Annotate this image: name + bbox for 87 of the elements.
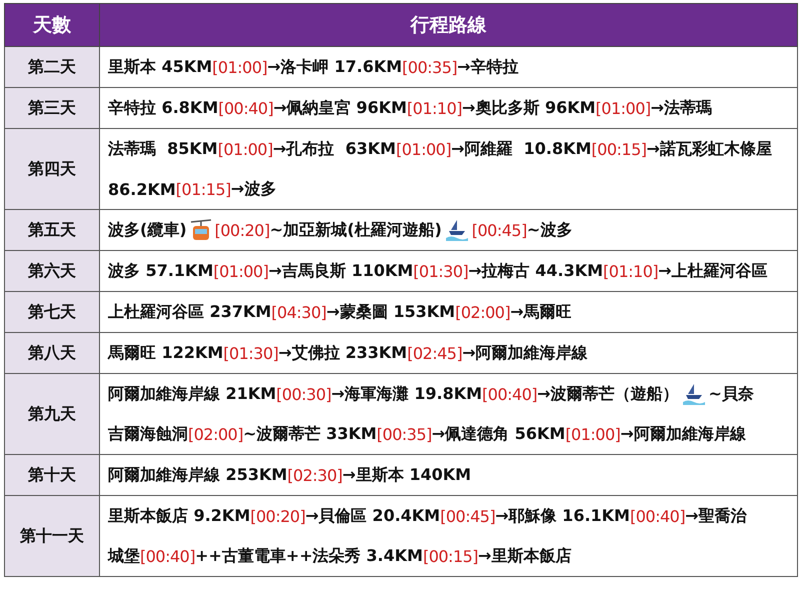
time-text: [01:00] <box>565 424 620 444</box>
time-text: [00:20] <box>214 220 270 240</box>
place-text: →佩達德角 56KM <box>432 424 566 444</box>
place-text: 阿爾加維海岸線 253KM <box>108 464 288 486</box>
day-cell: 第五天 <box>4 210 100 250</box>
time-text: [00:40] <box>218 98 274 118</box>
place-text: →阿爾加維海岸線 <box>462 342 588 364</box>
place-text: →貝倫區 20.4KM <box>305 506 440 526</box>
place-text: ~加亞新城(杜羅河遊船) <box>270 220 442 240</box>
place-text: 吉爾海蝕洞 <box>108 424 188 444</box>
place-text: →佩納皇宮 96KM <box>273 98 407 118</box>
ship-icon <box>444 218 469 242</box>
place-text: 辛特拉 6.8KM <box>108 98 218 118</box>
time-text: [02:00] <box>455 302 510 322</box>
place-text: 法蒂瑪 85KM <box>108 138 218 160</box>
place-text: →辛特拉 <box>457 56 519 78</box>
place-text: ~波爾蒂芒 33KM <box>243 424 377 444</box>
place-text: ~波多 <box>526 220 572 240</box>
cable-car-icon <box>190 219 212 241</box>
place-text: →阿爾加維海岸線 <box>620 424 746 444</box>
day-cell: 第二天 <box>4 46 100 88</box>
ship-icon <box>682 382 706 406</box>
day-cell: 第四天 <box>4 128 100 210</box>
place-text: →波爾蒂芒（遊船） <box>537 384 679 404</box>
time-text: [02:00] <box>188 424 244 444</box>
day-cell: 第十天 <box>4 454 100 496</box>
time-text: [00:35] <box>402 58 458 76</box>
place-text: →耶穌像 16.1KM <box>495 506 630 526</box>
place-text: →里斯本 140KM <box>342 464 472 486</box>
place-text: →諾瓦彩虹木條屋 <box>646 138 772 160</box>
time-text: [01:10] <box>406 98 462 118</box>
place-text: →阿維羅 10.8KM <box>451 138 592 160</box>
time-text: [02:45] <box>407 344 462 362</box>
place-text: 里斯本飯店 9.2KM <box>108 506 250 526</box>
time-text: [00:40] <box>140 546 196 566</box>
place-text: →孔布拉 63KM <box>272 138 396 160</box>
time-text: [00:30] <box>276 384 332 404</box>
time-text: [01:00] <box>218 140 273 158</box>
place-text: 里斯本 45KM <box>108 56 212 78</box>
place-text: →上杜羅河谷區 <box>658 260 768 282</box>
time-text: [01:30] <box>413 262 468 280</box>
place-text: ~貝奈 <box>708 384 754 404</box>
place-text: ++古董電車++法朵秀 3.4KM <box>195 546 423 566</box>
place-text: →聖喬治 <box>685 506 746 526</box>
time-text: [00:40] <box>630 506 686 526</box>
place-text: 馬爾旺 122KM <box>108 342 224 364</box>
place-text: 波多 57.1KM <box>108 260 214 282</box>
time-text: [01:30] <box>223 344 278 362</box>
column-header: 行程路線 <box>100 4 798 46</box>
place-text: 波多(纜車) <box>108 220 187 240</box>
time-text: [00:35] <box>376 424 432 444</box>
place-text: 阿爾加維海岸線 21KM <box>108 384 276 404</box>
day-cell: 第七天 <box>4 292 100 332</box>
time-text: [00:15] <box>422 546 478 566</box>
place-text: →拉梅古 44.3KM <box>468 260 604 282</box>
time-text: [01:00] <box>212 58 268 76</box>
day-cell: 第十一天 <box>4 496 100 576</box>
place-text: →艾佛拉 233KM <box>278 342 408 364</box>
place-text: 上杜羅河谷區 237KM <box>108 302 272 322</box>
day-cell: 第六天 <box>4 250 100 292</box>
time-text: [02:30] <box>287 466 342 484</box>
time-text: [01:15] <box>176 180 231 198</box>
day-cell: 第九天 <box>4 374 100 454</box>
day-cell: 第三天 <box>4 88 100 128</box>
column-header: 天數 <box>4 4 100 46</box>
time-text: [01:10] <box>603 262 658 280</box>
place-text: →里斯本飯店 <box>478 546 572 566</box>
place-text: →波多 <box>230 178 276 200</box>
time-text: [00:15] <box>591 140 646 158</box>
time-text: [01:00] <box>213 262 268 280</box>
place-text: →奧比多斯 96KM <box>462 98 596 118</box>
time-text: [00:20] <box>250 506 306 526</box>
place-text: →法蒂瑪 <box>650 98 712 118</box>
place-text: →海軍海灘 19.8KM <box>331 384 482 404</box>
time-text: [04:30] <box>271 302 326 322</box>
place-text: →洛卡岬 17.6KM <box>267 56 402 78</box>
day-cell: 第八天 <box>4 332 100 374</box>
place-text: →馬爾旺 <box>510 302 572 322</box>
place-text: 86.2KM <box>108 180 176 198</box>
time-text: [01:00] <box>596 98 651 118</box>
time-text: [00:40] <box>482 384 538 404</box>
place-text: →吉馬良斯 110KM <box>268 260 414 282</box>
place-text: 城堡 <box>108 546 140 566</box>
time-text: [00:45] <box>440 506 496 526</box>
place-text: →蒙桑圖 153KM <box>326 302 456 322</box>
time-text: [01:00] <box>396 140 452 158</box>
time-text: [00:45] <box>472 220 527 240</box>
